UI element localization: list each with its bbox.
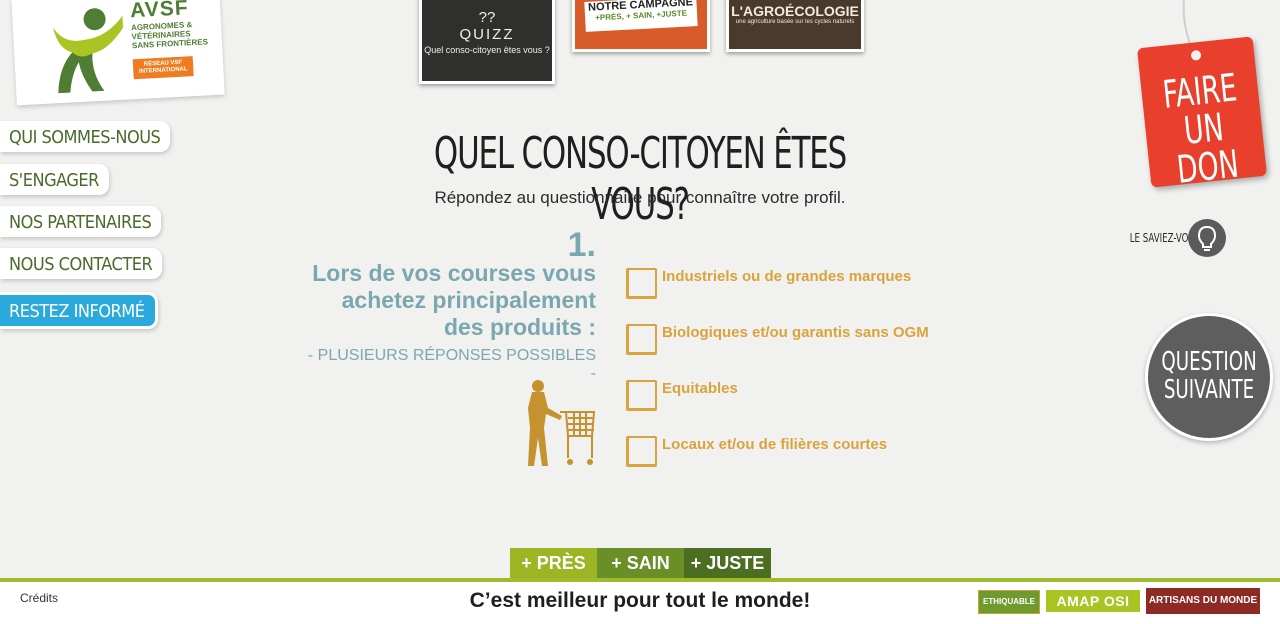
thumb-quiz-caption: Quel conso-citoyen êtes vous ? — [424, 45, 550, 55]
answer-label: Equitables — [662, 380, 738, 397]
question-text: Lors de vos courses vous achetez princip… — [312, 260, 596, 340]
lightbulb-glyph-icon — [1197, 225, 1217, 251]
answer-checkbox[interactable] — [626, 324, 657, 355]
answer-checkbox[interactable] — [626, 380, 657, 411]
tag-plus-juste: + JUSTE — [684, 548, 771, 578]
answer-label: Locaux et/ou de filières courtes — [662, 436, 888, 453]
nav-qui-sommes-nous[interactable]: QUI SOMMES-NOUS — [0, 121, 171, 152]
logo-card[interactable]: AVSF AGRONOMES & VÉTÉRINAIRES SANS FRONT… — [11, 0, 225, 106]
tag-plus-pres: + PRÈS — [510, 548, 597, 578]
answer-checkbox[interactable] — [626, 436, 657, 467]
thumb-agro-caption: une agriculture basée sur les cycles nat… — [735, 19, 855, 25]
credits-link[interactable]: Crédits — [20, 591, 58, 605]
tag-string-icon — [1182, 0, 1191, 44]
answer-option-1[interactable]: Industriels ou de grandes marques — [626, 268, 911, 299]
partner-ethiquable-logo[interactable]: ETHIQUABLE — [978, 590, 1040, 614]
next-label: QUESTION SUIVANTE — [1161, 348, 1256, 404]
thumb-campaign[interactable]: NOTRE CAMPAGNE +PRÈS, + SAIN, +JUSTE — [572, 0, 710, 52]
answer-option-2[interactable]: Biologiques et/ou garantis sans OGM — [626, 324, 929, 355]
avsf-logo-icon — [52, 8, 124, 94]
thumb-quiz[interactable]: ?? QUIZZ Quel conso-citoyen êtes vous ? — [419, 0, 555, 84]
tag-hole — [1190, 49, 1202, 61]
nav-restez-informe[interactable]: RESTEZ INFORMÉ — [0, 292, 158, 329]
next-label-line2: SUIVANTE — [1163, 375, 1255, 405]
answer-option-4[interactable]: Locaux et/ou de filières courtes — [626, 436, 906, 467]
next-label-line1: QUESTION — [1161, 347, 1257, 377]
logo-subtitle: AGRONOMES & VÉTÉRINAIRES SANS FRONTIÈRES — [130, 20, 209, 51]
don-label: FAIRE UN DON — [1153, 65, 1255, 192]
lightbulb-icon[interactable] — [1188, 219, 1226, 257]
footer-slogan: C’est meilleur pour tout le monde! — [469, 589, 811, 612]
thumb-agroecologie[interactable]: L'AGROÉCOLOGIE une agriculture basée sur… — [726, 0, 864, 52]
thumb-quiz-marks: ?? — [478, 9, 496, 26]
thumb-quiz-title: QUIZZ — [459, 26, 515, 43]
nav-nous-contacter[interactable]: NOUS CONTACTER — [0, 248, 163, 279]
page-title: QUEL CONSO-CITOYEN ÊTES VOUS? — [433, 128, 847, 230]
don-label-line2: UN DON — [1174, 104, 1241, 192]
answer-option-3[interactable]: Equitables — [626, 380, 906, 411]
question-suivante-button[interactable]: QUESTION SUIVANTE — [1145, 313, 1273, 441]
nav-nos-partenaires[interactable]: NOS PARTENAIRES — [0, 206, 162, 237]
answer-label: Biologiques et/ou garantis sans OGM — [662, 324, 929, 341]
page-subtitle: Répondez au questionnaire pour connaître… — [434, 188, 846, 207]
shopper-cart-icon — [528, 380, 596, 466]
thumb-campaign-card: NOTRE CAMPAGNE +PRÈS, + SAIN, +JUSTE — [584, 0, 698, 32]
answer-checkbox[interactable] — [626, 268, 657, 299]
answer-label: Industriels ou de grandes marques — [662, 268, 912, 285]
nav-s-engager[interactable]: S'ENGAGER — [0, 164, 109, 195]
logo-badge: RÉSEAU VSF INTERNATIONAL — [132, 56, 194, 80]
tag-plus-sain: + SAIN — [597, 548, 684, 578]
partner-amap-logo[interactable]: AMAP OSI — [1046, 590, 1140, 612]
thumb-agro-title: L'AGROÉCOLOGIE — [731, 3, 859, 19]
faire-un-don-button[interactable]: FAIRE UN DON — [1137, 36, 1267, 192]
partner-artisans-du-monde-logo[interactable]: ARTISANS DU MONDE — [1146, 588, 1260, 614]
